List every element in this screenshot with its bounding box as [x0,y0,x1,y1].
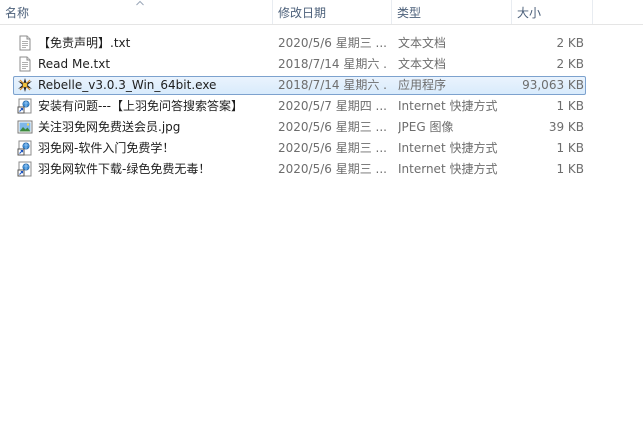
file-modified-date: 2020/5/6 星期三 ... [278,36,386,50]
column-header-empty [592,0,643,24]
file-row[interactable]: 羽免网软件下载-绿色免费无毒！ 2020/5/6 星期三 ... Internet … [0,159,643,180]
file-list: 【免责声明】.txt 2020/5/6 星期三 ... 文本文档 2 KB Read M… [0,33,643,180]
internet-shortcut-icon [17,98,33,114]
file-modified-date: 2020/5/6 星期三 ... [278,120,386,134]
file-size: 1 KB [556,141,584,155]
column-header-date[interactable]: 修改日期 [272,0,391,24]
file-size: 2 KB [556,36,584,50]
column-header-type[interactable]: 类型 [391,0,511,24]
column-header-bar: 名称 修改日期 类型 大小 [0,0,643,25]
file-size: 93,063 KB [522,78,584,92]
file-row[interactable]: Read Me.txt 2018/7/14 星期六 ... 文本文档 2 KB [0,54,643,75]
file-name[interactable]: Read Me.txt [38,54,270,75]
file-type: 文本文档 [398,57,447,71]
file-name[interactable]: 羽免网软件下载-绿色免费无毒！ [38,159,270,180]
file-name[interactable]: 羽免网-软件入门免费学！ [38,138,270,159]
exe-app-icon [17,77,33,93]
file-modified-date: 2020/5/6 星期三 ... [278,162,386,176]
file-name[interactable]: 关注羽免网免费送会员.jpg [38,117,270,138]
file-row[interactable]: 【免责声明】.txt 2020/5/6 星期三 ... 文本文档 2 KB [0,33,643,54]
file-modified-date: 2018/7/14 星期六 ... [278,57,386,71]
column-header-size[interactable]: 大小 [511,0,592,24]
file-name[interactable]: Rebelle_v3.0.3_Win_64bit.exe [38,75,270,96]
sort-ascending-icon [136,0,144,6]
file-row[interactable]: Rebelle_v3.0.3_Win_64bit.exe 2018/7/14 星期… [0,75,643,96]
file-size: 39 KB [548,120,584,134]
file-modified-date: 2020/5/7 星期四 ... [278,99,386,113]
text-file-icon [17,56,33,72]
image-file-icon [17,119,33,135]
file-type: Internet 快捷方式 [398,141,498,155]
file-row[interactable]: 羽免网-软件入门免费学！ 2020/5/6 星期三 ... Internet 快捷方… [0,138,643,159]
file-type: JPEG 图像 [398,120,454,134]
file-type: Internet 快捷方式 [398,162,498,176]
file-row[interactable]: 安装有问题---【上羽免问答搜索答案】 2020/5/7 星期四 ... Inter… [0,96,643,117]
internet-shortcut-icon [17,161,33,177]
file-size: 2 KB [556,57,584,71]
file-type: 文本文档 [398,36,447,50]
internet-shortcut-icon [17,140,33,156]
file-size: 1 KB [556,99,584,113]
file-modified-date: 2018/7/14 星期六 ... [278,78,386,92]
file-size: 1 KB [556,162,584,176]
file-type: Internet 快捷方式 [398,99,498,113]
file-modified-date: 2020/5/6 星期三 ... [278,141,386,155]
file-row[interactable]: 关注羽免网免费送会员.jpg 2020/5/6 星期三 ... JPEG 图像 39 … [0,117,643,138]
file-type: 应用程序 [398,78,447,92]
text-file-icon [17,35,33,51]
file-name[interactable]: 【免责声明】.txt [38,33,270,54]
file-name[interactable]: 安装有问题---【上羽免问答搜索答案】 [38,96,270,117]
